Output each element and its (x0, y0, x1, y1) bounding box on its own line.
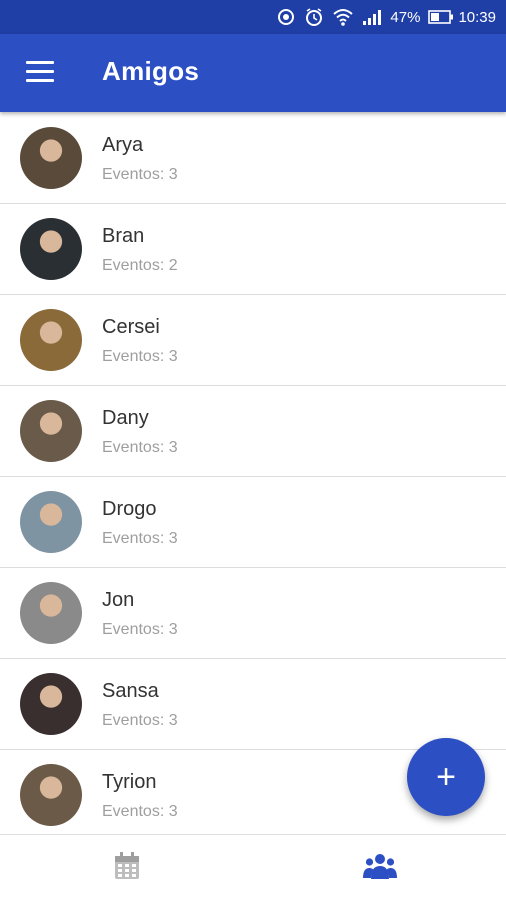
avatar (20, 309, 82, 371)
friend-row[interactable]: Arya Eventos: 3 (0, 113, 506, 204)
friend-events-count: Eventos: 3 (102, 439, 178, 456)
page-title: Amigos (102, 56, 200, 86)
friend-events-count: Eventos: 2 (102, 257, 178, 274)
avatar (20, 491, 82, 553)
bottom-navigation (0, 834, 506, 901)
avatar (20, 764, 82, 826)
avatar (20, 127, 82, 189)
friend-row[interactable]: Dany Eventos: 3 (0, 386, 506, 477)
friend-name: Tyrion (102, 771, 157, 793)
friend-name: Cersei (102, 316, 160, 338)
nav-item-friends[interactable] (253, 835, 506, 901)
friend-name: Arya (102, 134, 144, 156)
avatar (20, 673, 82, 735)
sync-icon (276, 7, 296, 27)
wifi-icon (332, 7, 354, 27)
friend-row[interactable]: Drogo Eventos: 3 (0, 477, 506, 568)
clock: 10:39 (458, 8, 496, 26)
friend-name: Dany (102, 407, 149, 429)
friend-events-count: Eventos: 3 (102, 166, 178, 183)
avatar (20, 582, 82, 644)
friend-events-count: Eventos: 3 (102, 712, 178, 729)
friend-name: Bran (102, 225, 145, 247)
alarm-icon (304, 7, 324, 27)
friend-events-count: Eventos: 3 (102, 348, 178, 365)
friend-name: Sansa (102, 680, 159, 702)
friend-row[interactable]: Cersei Eventos: 3 (0, 295, 506, 386)
avatar (20, 400, 82, 462)
battery-icon (428, 9, 454, 25)
battery-percent: 47% (390, 8, 421, 26)
signal-icon (362, 8, 382, 26)
friend-row[interactable]: Jon Eventos: 3 (0, 568, 506, 659)
status-bar: 47% 10:39 (0, 0, 506, 34)
friend-name: Jon (102, 589, 135, 611)
friend-events-count: Eventos: 3 (102, 803, 178, 820)
hamburger-menu-icon[interactable] (26, 61, 54, 85)
add-icon: + (436, 757, 456, 796)
friend-row[interactable]: Bran Eventos: 2 (0, 204, 506, 295)
nav-item-calendar[interactable] (0, 835, 253, 901)
group-icon (362, 852, 397, 885)
friend-row[interactable]: Sansa Eventos: 3 (0, 659, 506, 750)
calendar-icon (114, 851, 140, 885)
friend-name: Drogo (102, 498, 157, 520)
friend-events-count: Eventos: 3 (102, 530, 178, 547)
friends-list: Arya Eventos: 3 Bran Eventos: 2 Cersei Evento… (0, 113, 506, 834)
avatar (20, 218, 82, 280)
add-friend-button[interactable]: + (407, 738, 485, 816)
friend-events-count: Eventos: 3 (102, 621, 178, 638)
app-bar: Amigos (0, 34, 506, 112)
